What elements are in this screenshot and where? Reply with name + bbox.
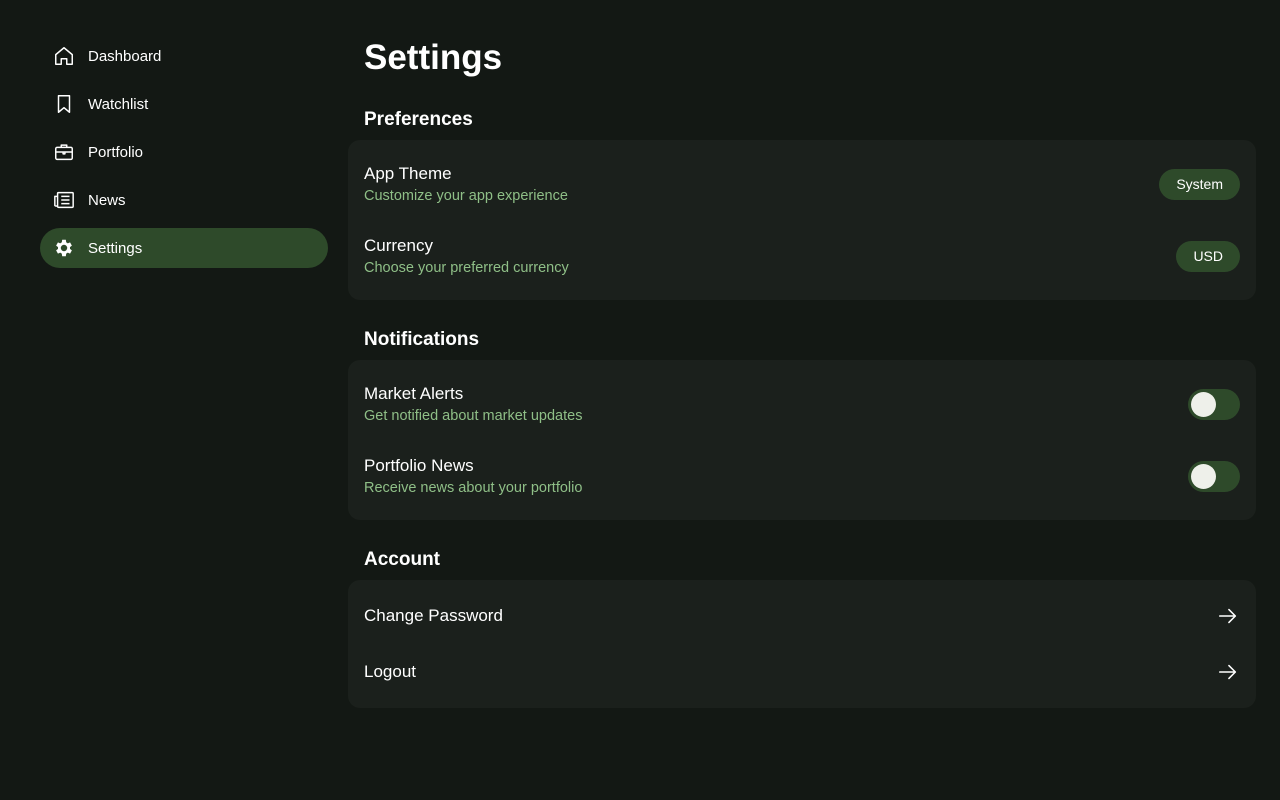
sidebar-item-label: Portfolio bbox=[88, 143, 144, 161]
setting-label: Change Password bbox=[364, 606, 503, 625]
logout-row[interactable]: Logout bbox=[348, 644, 1256, 700]
toggle-knob bbox=[1191, 463, 1216, 489]
change-password-row[interactable]: Change Password bbox=[348, 588, 1256, 644]
setting-label: Currency bbox=[364, 236, 433, 255]
sidebar-item-label: Settings bbox=[88, 239, 143, 257]
market-alerts-toggle[interactable] bbox=[1188, 388, 1240, 420]
sidebar-item-label: Dashboard bbox=[88, 47, 162, 65]
portfolio-news-toggle[interactable] bbox=[1188, 460, 1240, 492]
sidebar-item-portfolio[interactable]: Portfolio bbox=[40, 132, 328, 172]
settings-main: Settings Preferences App Theme Customize… bbox=[348, 36, 1256, 708]
setting-description: Choose your preferred currency bbox=[364, 260, 569, 276]
sidebar: Dashboard Watchlist Portfolio News Setti… bbox=[40, 36, 328, 276]
arrow-right-icon bbox=[1216, 604, 1240, 628]
sidebar-item-watchlist[interactable]: Watchlist bbox=[40, 84, 328, 124]
sidebar-item-settings[interactable]: Settings bbox=[40, 228, 328, 268]
home-icon bbox=[52, 44, 76, 68]
setting-label: Portfolio News bbox=[364, 456, 474, 475]
app-theme-select[interactable]: System bbox=[1159, 168, 1240, 200]
newspaper-icon bbox=[52, 188, 76, 212]
setting-description: Receive news about your portfolio bbox=[364, 480, 583, 496]
setting-label: Market Alerts bbox=[364, 384, 464, 403]
currency-select[interactable]: USD bbox=[1176, 240, 1240, 272]
sidebar-item-label: Watchlist bbox=[88, 95, 149, 113]
briefcase-icon bbox=[52, 140, 76, 164]
arrow-right-icon bbox=[1216, 660, 1240, 684]
setting-row-app-theme: App Theme Customize your app experience … bbox=[348, 148, 1256, 220]
page-title: Settings bbox=[364, 38, 503, 77]
account-card: Change Password Logout bbox=[348, 580, 1256, 708]
section-title-notifications: Notifications bbox=[364, 329, 480, 350]
setting-row-portfolio-news: Portfolio News Receive news about your p… bbox=[348, 440, 1256, 512]
preferences-card: App Theme Customize your app experience … bbox=[348, 140, 1256, 300]
sidebar-item-dashboard[interactable]: Dashboard bbox=[40, 36, 328, 76]
notifications-card: Market Alerts Get notified about market … bbox=[348, 360, 1256, 520]
sidebar-item-news[interactable]: News bbox=[40, 180, 328, 220]
bookmark-icon bbox=[52, 92, 76, 116]
gear-icon bbox=[52, 236, 76, 260]
setting-description: Customize your app experience bbox=[364, 188, 568, 204]
sidebar-item-label: News bbox=[88, 191, 126, 209]
section-title-account: Account bbox=[364, 549, 440, 570]
toggle-knob bbox=[1191, 391, 1216, 417]
setting-label: Logout bbox=[364, 662, 416, 681]
setting-row-currency: Currency Choose your preferred currency … bbox=[348, 220, 1256, 292]
section-title-preferences: Preferences bbox=[364, 109, 473, 130]
setting-label: App Theme bbox=[364, 164, 452, 183]
setting-row-market-alerts: Market Alerts Get notified about market … bbox=[348, 368, 1256, 440]
setting-description: Get notified about market updates bbox=[364, 408, 583, 424]
